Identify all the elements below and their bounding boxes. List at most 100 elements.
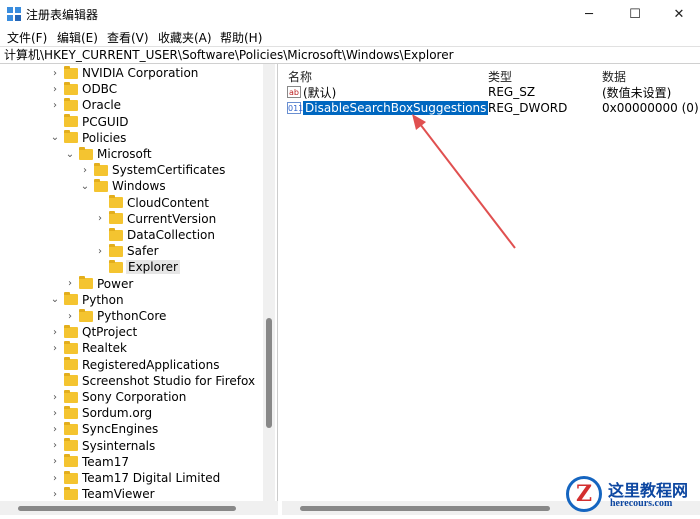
watermark-logo: Z [566,476,602,512]
tree-node-label: Screenshot Studio for Firefox [82,373,256,388]
chevron-right-icon[interactable]: › [50,340,60,356]
folder-icon [109,243,123,257]
tree-node[interactable]: › Realtek [50,340,128,356]
chevron-down-icon[interactable]: ⌄ [65,146,75,162]
value-row-default[interactable]: ab (默认) [287,84,336,100]
chevron-right-icon[interactable]: › [50,324,60,340]
tree-node[interactable]: › Team17 [50,454,130,470]
watermark: Z 这里教程网 herecours.com [560,474,700,519]
tree-node[interactable]: › Safer [95,243,160,259]
tree-node-label: Sordum.org [82,406,153,421]
tree-node[interactable]: › Sony Corporation [50,389,187,405]
folder-icon [64,130,78,144]
chevron-right-icon[interactable]: › [80,162,90,178]
tree-horizontal-scrollbar[interactable] [0,501,278,515]
tree-vertical-scrollbar[interactable] [263,64,275,501]
tree-node[interactable]: Explorer [95,259,180,275]
chevron-right-icon [95,227,105,243]
menu-view[interactable]: 查看(V) [107,29,149,46]
tree-node[interactable]: › SystemCertificates [80,162,226,178]
tree-node[interactable]: Screenshot Studio for Firefox [50,373,256,389]
tree-node[interactable]: DataCollection [95,227,216,243]
value-data: 0x00000000 (0) [602,101,699,115]
tree-node[interactable]: › Team17 Digital Limited [50,470,221,486]
tree-node[interactable]: CloudContent [95,195,210,211]
folder-icon [94,178,108,192]
tree-node[interactable]: › ODBC [50,81,118,97]
menu-edit[interactable]: 编辑(E) [57,29,98,46]
menu-help[interactable]: 帮助(H) [220,29,262,46]
folder-icon [64,470,78,484]
folder-icon [79,146,93,160]
menu-file[interactable]: 文件(F) [7,29,47,46]
tree-node[interactable]: › CurrentVersion [95,211,217,227]
folder-icon [109,227,123,241]
chevron-right-icon [50,357,60,373]
registry-editor-icon [7,7,21,21]
folder-icon [64,405,78,419]
tree-node[interactable]: › SyncEngines [50,421,159,437]
chevron-right-icon [95,195,105,211]
chevron-right-icon[interactable]: › [95,211,105,227]
chevron-right-icon [50,114,60,130]
chevron-down-icon[interactable]: ⌄ [50,130,60,146]
tree-node[interactable]: › Sysinternals [50,438,156,454]
tree-node[interactable]: › Sordum.org [50,405,153,421]
value-type: REG_SZ [488,85,536,99]
chevron-down-icon[interactable]: ⌄ [80,178,90,194]
chevron-right-icon[interactable]: › [65,276,75,292]
folder-icon [64,438,78,452]
tree-node[interactable]: ⌄ Windows [80,178,167,194]
tree-node-label: Team17 [82,454,129,469]
chevron-right-icon[interactable]: › [50,389,60,405]
tree-node[interactable]: › QtProject [50,324,138,340]
tree-node[interactable]: › TeamViewer [50,486,156,501]
column-header-name[interactable]: 名称 [288,68,312,85]
value-data: (数值未设置) [602,85,672,100]
chevron-right-icon[interactable]: › [50,405,60,421]
watermark-url: herecours.com [610,498,673,509]
tree-hscroll-thumb[interactable] [18,506,236,511]
chevron-right-icon[interactable]: › [65,308,75,324]
dword-value-icon: 011 [287,102,304,114]
chevron-right-icon[interactable]: › [50,454,60,470]
value-row-disable-search-box-suggestions[interactable]: 011 DisableSearchBoxSuggestions [287,100,489,116]
tree-node[interactable]: RegisteredApplications [50,357,220,373]
minimize-button[interactable]: ─ [566,0,612,28]
tree-scroll-thumb[interactable] [266,318,272,428]
tree-node[interactable]: ⌄ Microsoft [65,146,153,162]
tree-node[interactable]: › PythonCore [65,308,167,324]
folder-icon [94,162,108,176]
menu-favorites[interactable]: 收藏夹(A) [158,29,212,46]
value-list: 名称 类型 数据 ab (默认) REG_SZ (数值未设置) 011 Disa… [282,64,700,501]
key-tree: › NVIDIA Corporation › ODBC › Oracle PCGUID ⌄ Po… [0,64,278,501]
list-hscroll-thumb[interactable] [300,506,550,511]
tree-node-label: Policies [82,130,127,145]
tree-node[interactable]: › Oracle [50,97,122,113]
chevron-right-icon[interactable]: › [50,65,60,81]
chevron-right-icon[interactable]: › [50,97,60,113]
tree-node[interactable]: ⌄ Policies [50,130,127,146]
column-header-type[interactable]: 类型 [488,68,512,85]
tree-node-label: CloudContent [127,195,210,210]
chevron-right-icon[interactable]: › [50,438,60,454]
chevron-down-icon[interactable]: ⌄ [50,292,60,308]
tree-node-label: Team17 Digital Limited [82,471,221,485]
tree-node[interactable]: › Power [65,276,134,292]
maximize-button[interactable]: ☐ [612,0,658,28]
tree-node-label: PCGUID [82,114,129,129]
tree-node[interactable]: › NVIDIA Corporation [50,65,199,81]
tree-node[interactable]: ⌄ Python [50,292,125,308]
tree-node-label: DataCollection [127,228,216,242]
address-bar[interactable]: 计算机\HKEY_CURRENT_USER\Software\Policies\… [0,46,700,64]
tree-node[interactable]: PCGUID [50,114,129,130]
chevron-right-icon[interactable]: › [50,486,60,501]
chevron-right-icon[interactable]: › [50,470,60,486]
chevron-right-icon [50,373,60,389]
tree-node-label: Power [97,276,134,291]
chevron-right-icon[interactable]: › [50,81,60,97]
chevron-right-icon[interactable]: › [50,421,60,437]
chevron-right-icon[interactable]: › [95,243,105,259]
close-button[interactable]: ✕ [656,0,700,28]
column-header-data[interactable]: 数据 [602,68,626,85]
